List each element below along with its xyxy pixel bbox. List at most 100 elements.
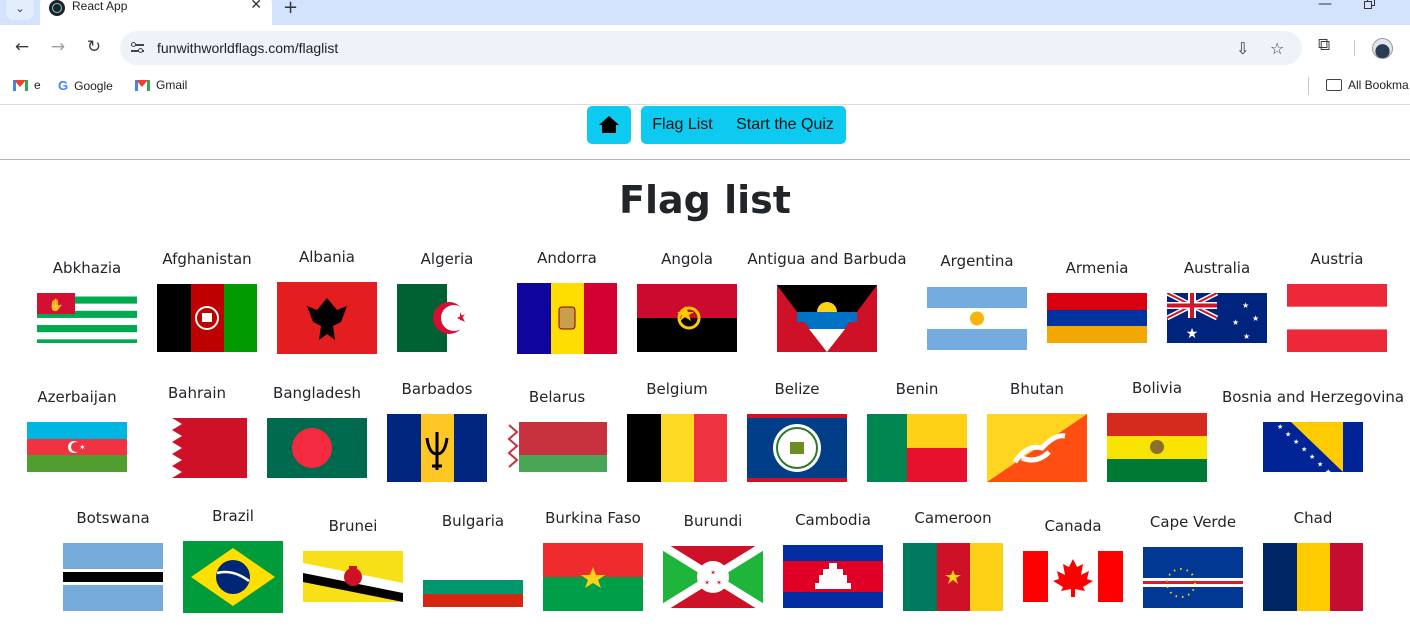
back-button[interactable]: ← [11, 36, 33, 58]
flag-name: Cameroon [914, 509, 992, 527]
flag-card[interactable]: Australia ★ ★ ★ ★ ★ [1157, 259, 1277, 343]
flag-card[interactable]: Algeria [387, 250, 507, 352]
bookmark-label: Gmail [156, 78, 188, 92]
flag-image[interactable] [627, 414, 727, 482]
flag-image[interactable] [1287, 284, 1387, 352]
install-app-icon[interactable]: ⇩ [1236, 39, 1249, 58]
flag-card[interactable]: Azerbaijan ✶ [17, 388, 137, 472]
flag-card[interactable]: Bolivia [1097, 379, 1217, 482]
flag-card[interactable]: Burkina Faso [533, 509, 653, 611]
svg-text:✶: ✶ [79, 443, 86, 452]
flag-card[interactable]: Belarus [497, 388, 617, 472]
flag-card[interactable]: Armenia [1037, 259, 1157, 343]
flag-card[interactable]: Belgium [617, 380, 737, 482]
address-bar[interactable]: funwithworldflags.com/flaglist ⇩ ☆ [120, 31, 1302, 65]
bookmark-item[interactable]: e [13, 78, 41, 92]
flag-image[interactable]: ✋ [37, 293, 137, 343]
flag-image[interactable] [867, 414, 967, 482]
flag-card[interactable]: Bangladesh [257, 384, 377, 478]
flag-name: Bulgaria [441, 512, 505, 530]
flag-card[interactable]: Benin [857, 380, 977, 482]
flag-list-button[interactable]: Flag List [641, 106, 724, 144]
browser-tab[interactable]: React App ✕ [40, 0, 272, 25]
new-tab-button[interactable]: + [283, 0, 298, 18]
extensions-icon[interactable]: ⧉ [1318, 35, 1330, 55]
flag-image[interactable] [303, 551, 403, 602]
flag-image[interactable] [783, 545, 883, 608]
svg-text:★: ★ [1325, 468, 1331, 472]
flag-card[interactable]: Afghanistan [147, 250, 267, 352]
flag-image[interactable] [987, 414, 1087, 482]
svg-text:✶: ✶ [716, 579, 722, 587]
flag-image[interactable] [543, 543, 643, 611]
close-icon[interactable]: ✕ [250, 0, 262, 13]
flag-card[interactable]: Bosnia and Herzegovina ★ ★ ★ ★ ★ ★ ★ [1222, 388, 1404, 472]
flag-card[interactable]: Burundi ✶ ✶ ✶ [653, 512, 773, 608]
site-settings-icon[interactable] [130, 40, 146, 56]
bookmark-item[interactable]: Gmail [135, 78, 187, 92]
flag-image[interactable] [63, 543, 163, 611]
flag-card[interactable]: Bahrain [137, 384, 257, 478]
flag-image[interactable]: ★ ★ ★ ★ ★ ★ ★ [1263, 422, 1363, 472]
flag-image[interactable] [517, 283, 617, 354]
bookmark-item[interactable]: G Google [58, 78, 113, 93]
home-button[interactable] [587, 106, 631, 144]
avatar[interactable] [1372, 38, 1393, 59]
flag-image[interactable] [1263, 543, 1363, 611]
flag-card[interactable]: Barbados [377, 380, 497, 482]
flag-card[interactable]: Andorra [507, 249, 627, 354]
forward-button[interactable]: → [47, 36, 69, 58]
flag-card[interactable]: Cambodia [773, 511, 893, 608]
flag-card[interactable]: Bulgaria [413, 512, 533, 607]
flag-image[interactable] [1047, 293, 1147, 343]
flag-image[interactable]: ★ ★ ★ ★ ★ [1167, 293, 1267, 343]
gmail-icon [13, 79, 28, 91]
flag-card[interactable]: Albania [267, 248, 387, 354]
bookmark-star-icon[interactable]: ☆ [1270, 39, 1284, 58]
bookmarks-bar: e G Google Gmail All Bookma [0, 71, 1410, 105]
flag-card[interactable]: Bhutan [977, 380, 1097, 482]
flag-image[interactable] [387, 414, 487, 482]
flag-card[interactable]: Austria [1277, 250, 1397, 352]
flag-image[interactable] [157, 284, 257, 352]
flag-card[interactable]: Cape Verde [1133, 513, 1253, 608]
flag-image[interactable] [637, 284, 737, 352]
flag-card[interactable]: Angola [627, 250, 747, 352]
flag-card[interactable]: Abkhazia ✋ [27, 259, 147, 343]
flag-image[interactable] [147, 418, 247, 478]
flag-image[interactable]: ✶ [27, 422, 127, 472]
svg-text:★: ★ [1186, 326, 1199, 342]
flag-image[interactable] [777, 285, 877, 352]
url-text[interactable]: funwithworldflags.com/flaglist [157, 40, 338, 56]
flag-card[interactable]: Antigua and Barbuda [747, 250, 907, 352]
flag-image[interactable] [183, 541, 283, 613]
restore-button[interactable] [1364, 0, 1376, 10]
flag-image[interactable] [1143, 547, 1243, 608]
svg-text:★: ★ [1293, 438, 1299, 446]
start-quiz-button[interactable]: Start the Quiz [724, 106, 846, 144]
flag-image[interactable] [423, 566, 523, 607]
flag-image[interactable]: ✶ ✶ ✶ [663, 546, 763, 608]
minimize-button[interactable]: — [1318, 0, 1332, 12]
flag-image[interactable] [1023, 551, 1123, 602]
flag-image[interactable] [1107, 413, 1207, 482]
flag-card[interactable]: Argentina [917, 252, 1037, 350]
flag-card[interactable]: Botswana [53, 509, 173, 611]
flag-image[interactable] [267, 418, 367, 478]
flag-image[interactable] [277, 282, 377, 354]
flag-card[interactable]: Chad [1253, 509, 1373, 611]
reload-button[interactable]: ↻ [83, 36, 105, 58]
flag-image[interactable] [397, 284, 497, 352]
flag-image[interactable] [903, 543, 1003, 611]
flag-card[interactable]: Cameroon [893, 509, 1013, 611]
flag-image[interactable] [507, 422, 607, 472]
flag-image[interactable] [747, 414, 847, 482]
flag-image[interactable] [927, 287, 1027, 350]
tab-search-button[interactable]: ⌄ [6, 0, 34, 20]
flag-card[interactable]: Brunei [293, 517, 413, 602]
all-bookmarks-button[interactable]: All Bookma [1326, 78, 1409, 92]
flag-card[interactable]: Brazil [173, 507, 293, 613]
flag-card[interactable]: Canada [1013, 517, 1133, 602]
flag-card[interactable]: Belize [737, 380, 857, 482]
flag-name: Austria [1310, 250, 1364, 268]
